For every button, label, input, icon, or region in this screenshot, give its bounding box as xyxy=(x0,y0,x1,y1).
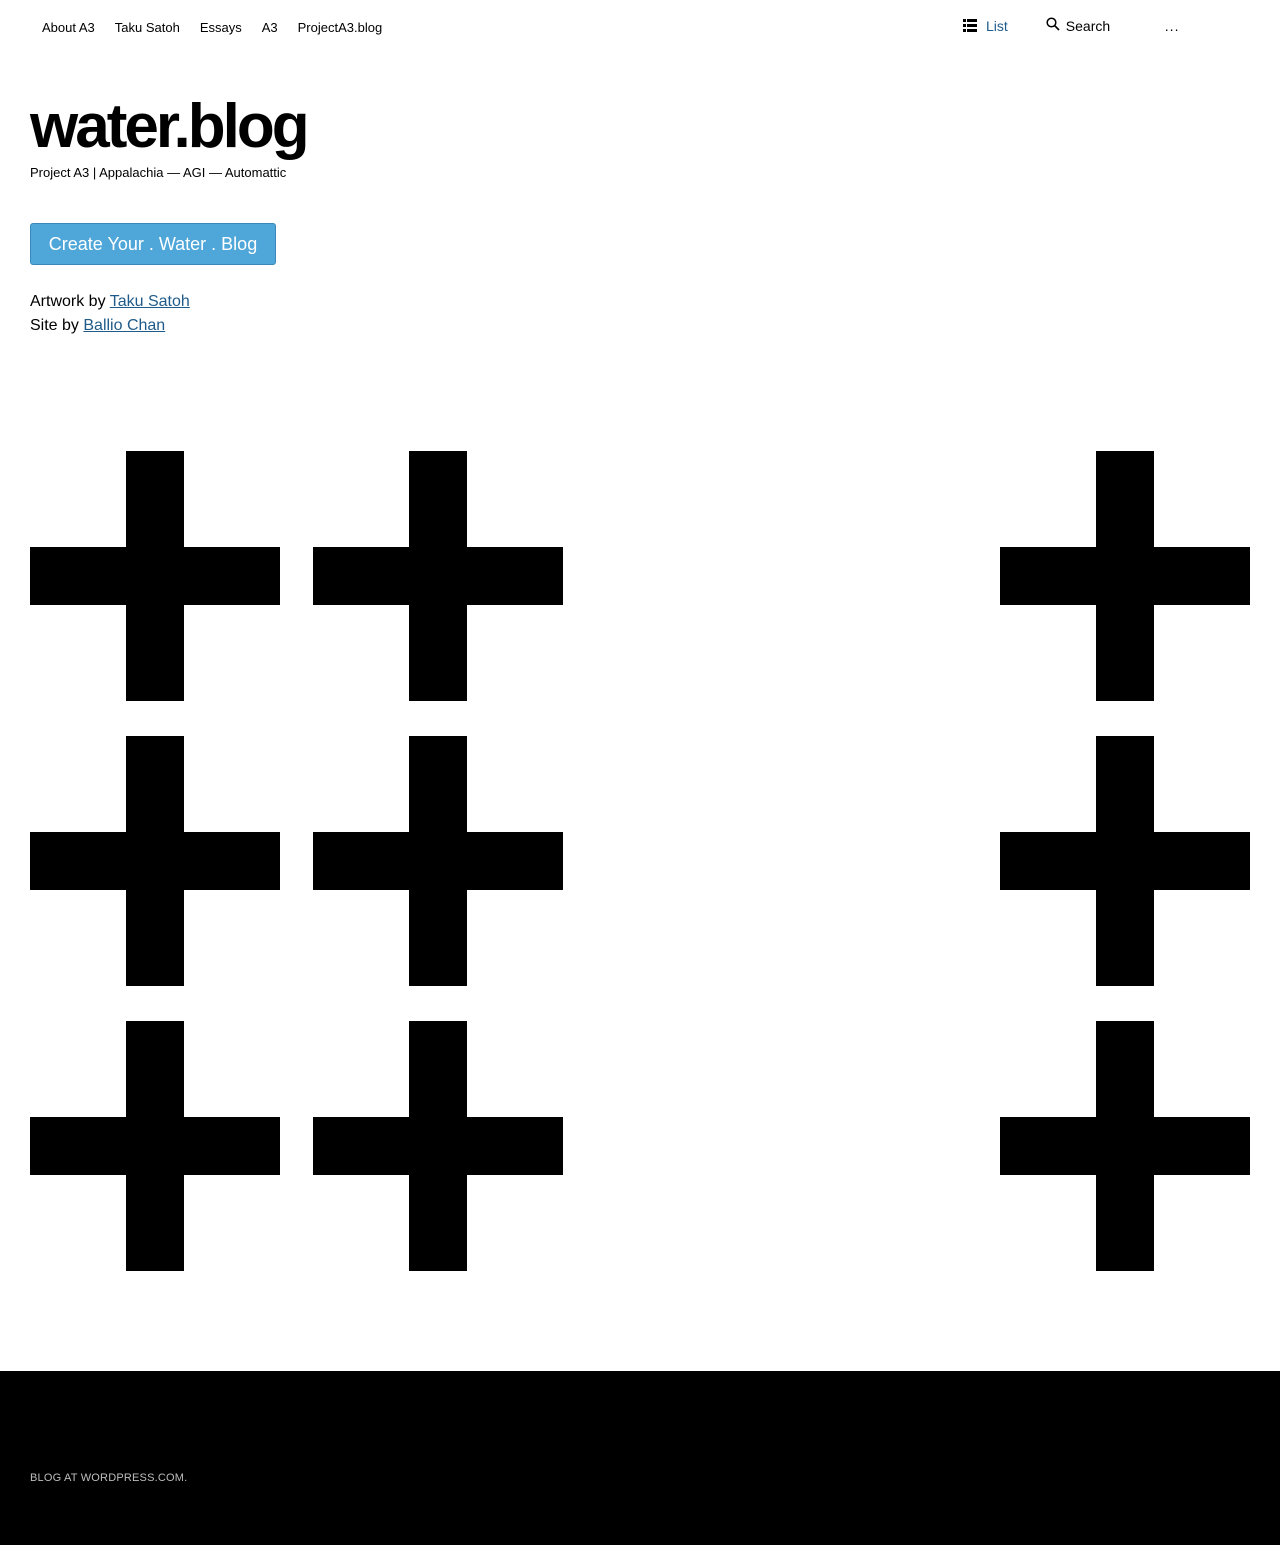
plus-icon xyxy=(1000,736,1250,986)
nav-link-a3[interactable]: A3 xyxy=(262,20,278,36)
artwork-credit-prefix: Artwork by xyxy=(30,293,106,310)
search-icon[interactable] xyxy=(1046,17,1060,34)
create-blog-button[interactable]: Create Your . Water . Blog xyxy=(30,223,276,265)
nav-link-essays[interactable]: Essays xyxy=(200,20,242,36)
primary-menu: About A3 Taku Satoh Essays A3 ProjectA3.… xyxy=(42,20,382,36)
site-tagline: Project A3 | Appalachia — AGI — Automatt… xyxy=(30,165,287,180)
site-credit-prefix: Site by xyxy=(30,317,79,334)
nav-link-about-a3[interactable]: About A3 xyxy=(42,20,95,36)
artwork-credit: Artwork by Taku Satoh xyxy=(30,290,190,314)
nav-link-taku-satoh[interactable]: Taku Satoh xyxy=(115,20,180,36)
site-credit-link[interactable]: Ballio Chan xyxy=(83,317,165,334)
list-view-button[interactable]: List xyxy=(963,18,1008,34)
plus-icon xyxy=(1000,451,1250,701)
plus-icon xyxy=(313,1021,563,1271)
nav-tools: List ... xyxy=(963,17,1179,34)
list-label: List xyxy=(986,17,1008,34)
site-footer: BLOG AT WORDPRESS.COM. xyxy=(0,1371,1280,1545)
plus-icon xyxy=(30,1021,280,1271)
site-title[interactable]: water.blog xyxy=(30,92,310,162)
artwork-credit-link[interactable]: Taku Satoh xyxy=(110,293,190,310)
footer-wordpress-link[interactable]: BLOG AT WORDPRESS.COM. xyxy=(30,1472,187,1484)
site-credit: Site by Ballio Chan xyxy=(30,314,190,338)
plus-icon xyxy=(1000,1021,1250,1271)
more-menu-button[interactable]: ... xyxy=(1165,18,1180,34)
credits: Artwork by Taku Satoh Site by Ballio Cha… xyxy=(30,290,190,338)
plus-icon xyxy=(30,451,280,701)
plus-icon xyxy=(313,451,563,701)
plus-icon xyxy=(30,736,280,986)
search-input[interactable] xyxy=(1065,17,1136,34)
top-navigation: About A3 Taku Satoh Essays A3 ProjectA3.… xyxy=(0,0,1280,56)
search-box xyxy=(1046,17,1136,34)
plus-icon xyxy=(313,736,563,986)
nav-link-projecta3-blog[interactable]: ProjectA3.blog xyxy=(298,20,383,36)
list-icon xyxy=(963,18,977,33)
